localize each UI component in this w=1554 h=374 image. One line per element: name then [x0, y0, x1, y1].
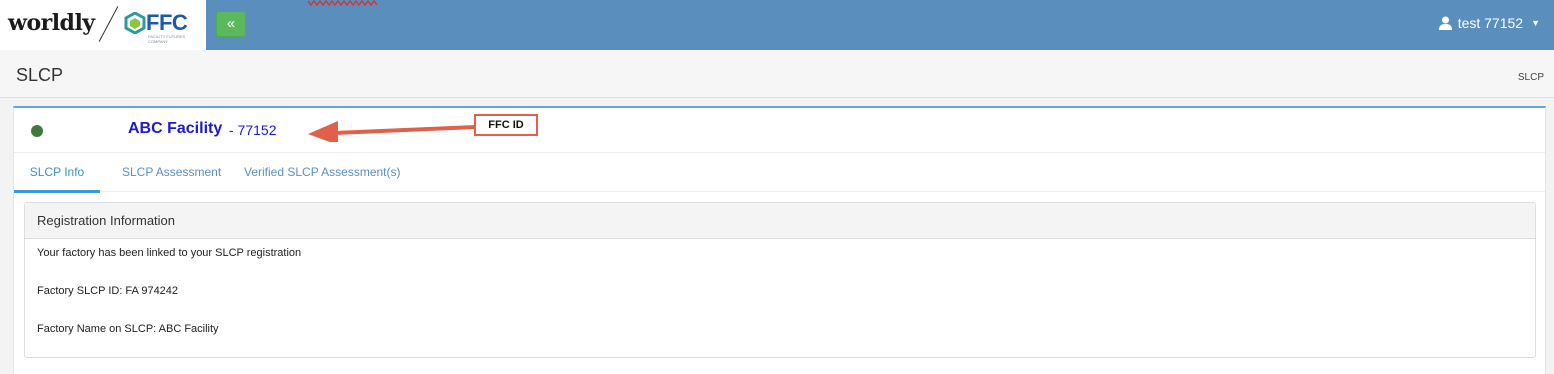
tab-verified-slcp-assessments[interactable]: Verified SLCP Assessment(s) [242, 153, 403, 193]
tab-bar: SLCP Info SLCP Assessment Verified SLCP … [14, 152, 1545, 193]
logo-divider [98, 6, 119, 42]
ffc-logo-text: FFC [146, 10, 188, 35]
user-icon [1438, 16, 1452, 30]
annotation-label: FFC ID [474, 114, 538, 136]
ffc-logo-icon [124, 12, 146, 34]
facility-ffc-id: - 77152 [229, 122, 277, 138]
sidebar-collapse-button[interactable]: « [216, 11, 246, 37]
factory-slcp-id: Factory SLCP ID: FA 974242 [37, 285, 179, 297]
caret-down-icon: ▼ [1531, 18, 1540, 28]
brand-logo[interactable]: worldly FFC FACILITY FUTURES COMPANY [0, 0, 206, 50]
panel-heading: Registration Information [25, 203, 1535, 239]
annotation-arrow-icon [308, 121, 478, 142]
page-title: SLCP [16, 65, 64, 85]
facility-name: ABC Facility [128, 120, 223, 137]
facility-box: ABC Facility - 77152 FFC ID SLCP Info SL… [13, 106, 1546, 374]
ffc-logo-tagline: FACILITY FUTURES COMPANY [148, 34, 186, 44]
user-menu[interactable]: test 77152 ▼ [1438, 15, 1540, 31]
user-name: test 77152 [1457, 15, 1524, 31]
spellcheck-squiggle [308, 0, 378, 6]
status-indicator [31, 125, 43, 137]
worldly-logo-text: worldly [8, 10, 95, 36]
factory-name-on-slcp: Factory Name on SLCP: ABC Facility [37, 323, 219, 335]
registration-panel: Registration Information Your factory ha… [24, 202, 1536, 358]
breadcrumb[interactable]: SLCP [1518, 72, 1544, 83]
top-navbar: worldly FFC FACILITY FUTURES COMPANY « t… [0, 0, 1554, 50]
page-header: SLCP SLCP [0, 50, 1554, 98]
tab-slcp-assessment[interactable]: SLCP Assessment [120, 153, 223, 193]
linked-message: Your factory has been linked to your SLC… [37, 247, 302, 259]
tab-slcp-info[interactable]: SLCP Info [14, 153, 100, 193]
